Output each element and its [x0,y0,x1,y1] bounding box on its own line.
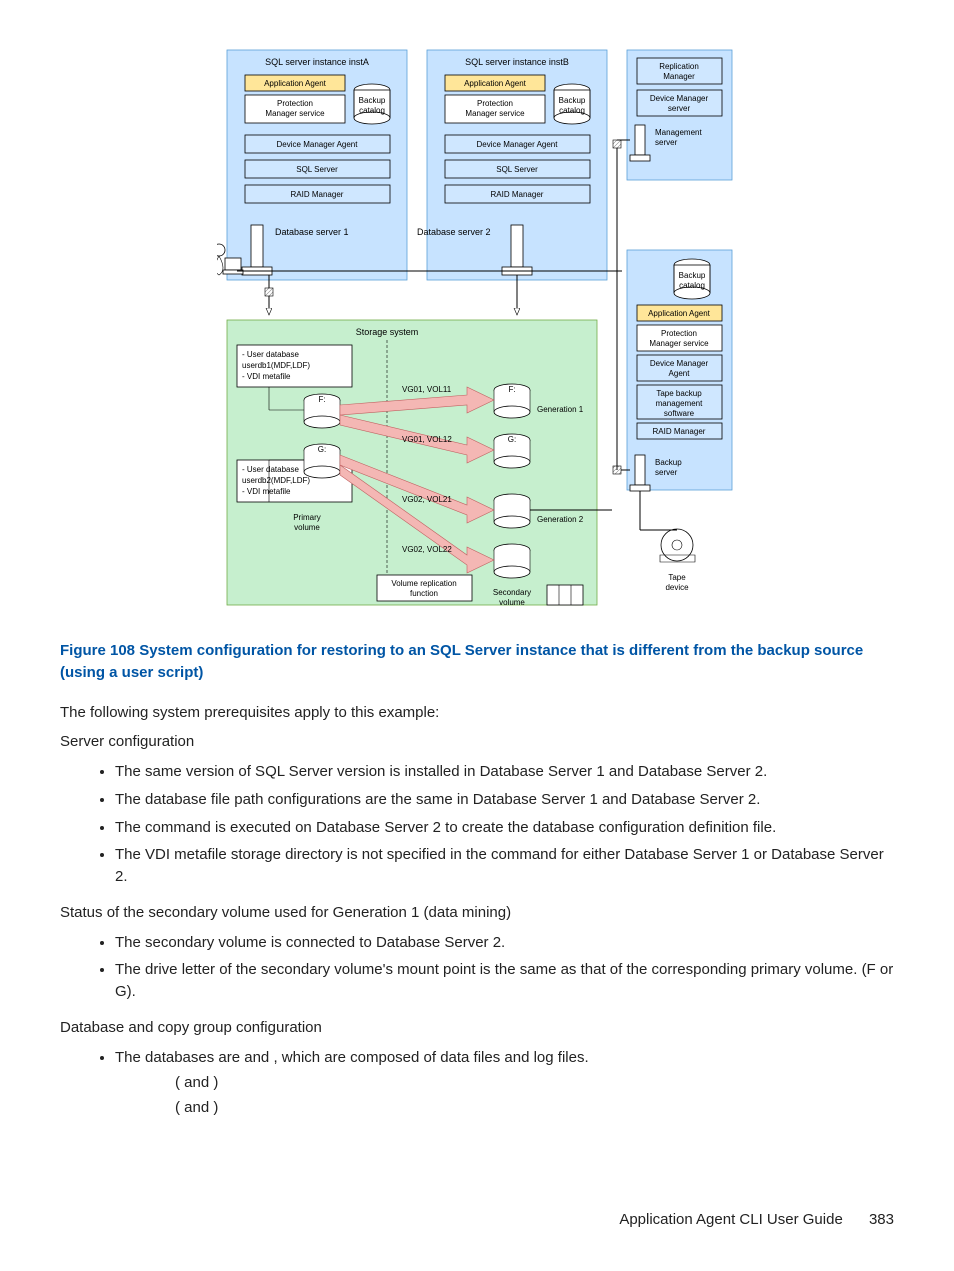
label-instB: SQL server instance instB [465,57,569,67]
cyl-sec-2a [494,494,530,528]
label-raid-b: RAID Manager [491,190,544,199]
label-dma-c1: Device Manager [650,359,709,368]
svg-text:F:: F: [508,385,515,394]
label-udb1c: - VDI metafile [242,372,291,381]
label-dbs1: Database server 1 [275,227,349,237]
list-item: The VDI metafile storage directory is no… [115,844,894,888]
sublist-item: ( and ) [175,1072,894,1094]
secondary-vol-list: The secondary volume is connected to Dat… [60,932,894,1003]
server-config-list: The same version of SQL Server version i… [60,761,894,888]
label-appagent-a: Application Agent [264,79,327,88]
label-raid-a: RAID Manager [291,190,344,199]
intro-text: The following system prerequisites apply… [60,702,894,724]
svg-text:G:: G: [318,445,326,454]
list-item: The same version of SQL Server version i… [115,761,894,783]
label-bsrv1: Backup [655,458,682,467]
label-taped1: Tape [668,573,686,582]
list-item: The databases are and , which are compos… [115,1047,894,1119]
label-udb1b: userdb1(MDF,LDF) [242,361,310,370]
label-vg12: VG01, VOL12 [402,435,452,444]
label-bcat-c2: catalog [679,281,705,290]
section-db-copy: Database and copy group configuration [60,1017,894,1039]
label-mgmt1: Management [655,128,702,137]
label-bsrv2: server [655,468,678,477]
cyl-primary-F: F: [304,394,340,428]
cyl-sec-2b [494,544,530,578]
label-tape1: Tape backup [656,389,702,398]
label-bcat-b1: Backup [559,96,586,105]
label-udb2a: - User database [242,465,299,474]
label-pm-b2: Manager service [465,109,525,118]
label-dbs2: Database server 2 [417,227,491,237]
label-dma-b: Device Manager Agent [477,140,559,149]
label-svol2: volume [499,598,525,607]
label-pm-c1: Protection [661,329,697,338]
label-pm-a1: Protection [277,99,313,108]
label-bcat-a2: catalog [359,106,385,115]
cyl-sec-G1: G: [494,434,530,468]
cyl-sec-F1: F: [494,384,530,418]
section-secondary-vol: Status of the secondary volume used for … [60,902,894,924]
label-gen2: Generation 2 [537,515,584,524]
label-repmgr2: Manager [663,72,695,81]
page-footer: Application Agent CLI User Guide 383 [60,1209,894,1231]
label-sql-a: SQL Server [296,165,338,174]
label-pvol2: volume [294,523,320,532]
list-item: The command is executed on Database Serv… [115,817,894,839]
label-pm-b1: Protection [477,99,513,108]
label-svol1: Secondary [493,588,531,597]
label-udb2b: userdb2(MDF,LDF) [242,476,310,485]
label-udb2c: - VDI metafile [242,487,291,496]
sublist-item: ( and ) [175,1097,894,1119]
label-vrf2: function [410,589,438,598]
cyl-primary-G: G: [304,444,340,478]
label-bcat-c1: Backup [679,271,706,280]
label-mgmt2: server [655,138,678,147]
label-pm-c2: Manager service [649,339,709,348]
label-appagent-b: Application Agent [464,79,527,88]
system-config-diagram: SQL server instance instA Application Ag… [217,40,737,620]
label-repmgr1: Replication [659,62,699,71]
label-tape3: software [664,409,695,418]
footer-title: Application Agent CLI User Guide [619,1211,842,1228]
label-dms2: server [668,104,691,113]
section-server-config: Server configuration [60,731,894,753]
label-bcat-b2: catalog [559,106,585,115]
label-udb1a: - User database [242,350,299,359]
label-instA: SQL server instance instA [265,57,369,67]
label-storage: Storage system [356,327,419,337]
label-gen1: Generation 1 [537,405,584,414]
label-appagent-c: Application Agent [648,309,711,318]
label-tape2: management [656,399,703,408]
label-pm-a2: Manager service [265,109,325,118]
label-dma-a: Device Manager Agent [277,140,359,149]
label-pvol1: Primary [293,513,321,522]
label-dms1: Device Manager [650,94,709,103]
list-item: The drive letter of the secondary volume… [115,959,894,1003]
list-item: The database file path configurations ar… [115,789,894,811]
label-raid-c: RAID Manager [653,427,706,436]
label-sql-b: SQL Server [496,165,538,174]
label-vg11: VG01, VOL11 [402,385,452,394]
svg-text:F:: F: [318,395,325,404]
page-number: 383 [869,1211,894,1228]
label-taped2: device [665,583,689,592]
db-copy-list: The databases are and , which are compos… [60,1047,894,1119]
label-dma-c2: Agent [669,369,691,378]
svg-text:G:: G: [508,435,516,444]
figure-caption: Figure 108 System configuration for rest… [60,640,894,684]
label-vrf1: Volume replication [391,579,456,588]
label-vg21: VG02, VOL21 [402,495,452,504]
label-bcat-a1: Backup [359,96,386,105]
list-item: The secondary volume is connected to Dat… [115,932,894,954]
label-vg22: VG02, VOL22 [402,545,452,554]
